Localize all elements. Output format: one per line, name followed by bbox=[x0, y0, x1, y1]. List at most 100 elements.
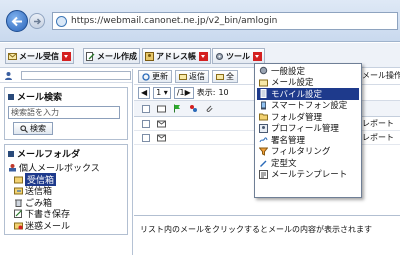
tab-address-book[interactable]: アドレス帳 bbox=[142, 48, 211, 64]
display-count[interactable]: 10 bbox=[218, 88, 228, 97]
tab-address-book-label: アドレス帳 bbox=[156, 51, 196, 61]
read-status-icon[interactable] bbox=[157, 104, 166, 113]
refresh-button[interactable]: 更新 bbox=[138, 70, 172, 83]
envelope-icon bbox=[157, 134, 166, 142]
reply-button[interactable]: 返信 bbox=[175, 70, 209, 83]
signature-icon bbox=[259, 137, 268, 143]
mail-subject: レポート bbox=[362, 133, 394, 142]
site-globe-icon bbox=[56, 15, 67, 27]
page-select[interactable]: 1 ▾ bbox=[153, 86, 171, 99]
flag-icon[interactable] bbox=[173, 104, 182, 113]
prev-page-button[interactable]: ◀ bbox=[138, 86, 151, 99]
menu-item-label: 署名管理 bbox=[271, 135, 306, 146]
folder-spam-label: 迷惑メール bbox=[25, 221, 71, 232]
address-book-icon bbox=[145, 51, 154, 61]
mail-search-title-text: メール検索 bbox=[17, 93, 63, 103]
select-all-checkbox[interactable] bbox=[142, 104, 150, 113]
spam-icon bbox=[14, 222, 23, 230]
preview-hint-text: リスト内のメールをクリックするとメールの内容が表示されます bbox=[140, 225, 372, 234]
search-icon bbox=[20, 124, 28, 133]
row-checkbox[interactable] bbox=[142, 133, 150, 142]
mail-folder-title-text: メールフォルダ bbox=[17, 150, 81, 160]
address-bar[interactable]: https://webmail.canonet.ne.jp/v2_bin/aml… bbox=[52, 12, 398, 30]
user-icon bbox=[5, 72, 12, 80]
page-number: 1 bbox=[156, 88, 162, 97]
user-row bbox=[0, 69, 132, 83]
menu-item-mail-template[interactable]: メールテンプレート bbox=[257, 169, 359, 181]
compose-mail-icon bbox=[86, 51, 95, 61]
menu-item-label: メール設定 bbox=[271, 78, 314, 89]
menu-item-filtering[interactable]: フィルタリング bbox=[257, 146, 359, 158]
refresh-label: 更新 bbox=[152, 72, 168, 81]
url-text: https://webmail.canonet.ne.jp/v2_bin/aml… bbox=[71, 16, 278, 26]
user-name-field bbox=[21, 71, 131, 80]
smartphone-settings-icon bbox=[261, 101, 266, 110]
mail-search-title: メール検索 bbox=[5, 88, 127, 105]
menu-item-label: メールテンプレート bbox=[271, 170, 348, 181]
general-settings-icon bbox=[259, 67, 268, 75]
envelope-icon bbox=[157, 120, 166, 128]
filter-icon bbox=[259, 147, 268, 156]
chevron-down-icon[interactable] bbox=[62, 51, 71, 61]
tab-tools-label: ツール bbox=[226, 51, 250, 61]
mail-folder-panel: メールフォルダ 個人メールボックス 受信箱 送信箱 ごみ箱 下書き保存 迷惑メー… bbox=[4, 144, 128, 235]
mail-settings-icon bbox=[259, 79, 268, 87]
square-bullet-icon bbox=[8, 150, 14, 157]
mail-folder-title: メールフォルダ bbox=[5, 145, 127, 162]
outbox-icon bbox=[14, 187, 23, 195]
forward-button[interactable] bbox=[29, 13, 45, 29]
row-checkbox[interactable] bbox=[142, 119, 150, 128]
menu-item-label: 一般設定 bbox=[271, 66, 306, 77]
attachment-icon[interactable] bbox=[205, 104, 214, 113]
menu-item-mobile-settings[interactable]: モバイル設定 bbox=[257, 88, 359, 100]
browser-bar: https://webmail.canonet.ne.jp/v2_bin/aml… bbox=[0, 0, 400, 42]
menu-item-label: フィルタリング bbox=[271, 147, 331, 158]
mail-actions-label[interactable]: メール操作 bbox=[362, 70, 400, 81]
tab-compose-mail[interactable]: メール作成 bbox=[83, 48, 140, 64]
tab-receive-mail[interactable]: メール受信 bbox=[5, 48, 74, 64]
chevron-down-icon[interactable] bbox=[199, 51, 208, 61]
tab-tools[interactable]: ツール bbox=[212, 48, 265, 64]
menu-item-label: プロフィール管理 bbox=[271, 124, 339, 135]
back-button[interactable] bbox=[6, 10, 28, 32]
menu-item-label: フォルダ管理 bbox=[271, 112, 323, 123]
priority-icon[interactable] bbox=[189, 104, 198, 113]
menu-item-signature-management[interactable]: 署名管理 bbox=[257, 134, 359, 146]
menu-item-smartphone-settings[interactable]: スマートフォン設定 bbox=[257, 100, 359, 112]
menu-item-profile-management[interactable]: プロフィール管理 bbox=[257, 123, 359, 135]
reply-all-icon bbox=[216, 73, 224, 80]
draft-icon bbox=[14, 209, 22, 219]
reply-all-label: 全 bbox=[226, 72, 234, 81]
folder-spam[interactable]: 迷惑メール bbox=[8, 220, 124, 232]
search-button[interactable]: 検索 bbox=[13, 122, 53, 135]
forward-arrow-icon bbox=[34, 18, 42, 25]
reply-label: 返信 bbox=[189, 72, 205, 81]
menu-item-general-settings[interactable]: 一般設定 bbox=[257, 65, 359, 77]
mobile-settings-icon bbox=[260, 89, 267, 99]
next-page-button[interactable]: /1▶ bbox=[173, 86, 194, 99]
refresh-icon bbox=[142, 72, 150, 81]
search-placeholder: 検索語を入力 bbox=[11, 108, 59, 117]
menu-item-label: 定型文 bbox=[271, 158, 297, 169]
menu-item-label: スマートフォン設定 bbox=[271, 101, 348, 112]
template-text-icon bbox=[260, 160, 267, 168]
receive-mail-icon bbox=[8, 52, 17, 60]
tab-receive-mail-label: メール受信 bbox=[19, 51, 59, 61]
reply-icon bbox=[179, 73, 187, 80]
menu-item-folder-management[interactable]: フォルダ管理 bbox=[257, 111, 359, 123]
back-arrow-icon bbox=[11, 16, 22, 27]
search-input[interactable]: 検索語を入力 bbox=[8, 106, 120, 119]
mail-template-icon bbox=[259, 169, 268, 179]
menu-item-template-text[interactable]: 定型文 bbox=[257, 157, 359, 169]
display-label: 表示: bbox=[196, 88, 216, 97]
square-bullet-icon bbox=[8, 93, 14, 100]
chevron-down-icon[interactable] bbox=[253, 51, 262, 61]
trash-icon bbox=[15, 199, 22, 207]
mail-preview-pane: リスト内のメールをクリックするとメールの内容が表示されます bbox=[134, 215, 400, 255]
mail-search-panel: メール検索 検索語を入力 検索 bbox=[4, 87, 128, 140]
reply-all-button[interactable]: 全 bbox=[212, 70, 238, 83]
menu-item-mail-settings[interactable]: メール設定 bbox=[257, 77, 359, 89]
tools-dropdown-menu: 一般設定 メール設定 モバイル設定 スマートフォン設定 フォルダ管理 プロフィー… bbox=[254, 63, 362, 198]
folder-tree: 個人メールボックス 受信箱 送信箱 ごみ箱 下書き保存 迷惑メール bbox=[5, 162, 127, 234]
gear-icon bbox=[216, 52, 223, 60]
